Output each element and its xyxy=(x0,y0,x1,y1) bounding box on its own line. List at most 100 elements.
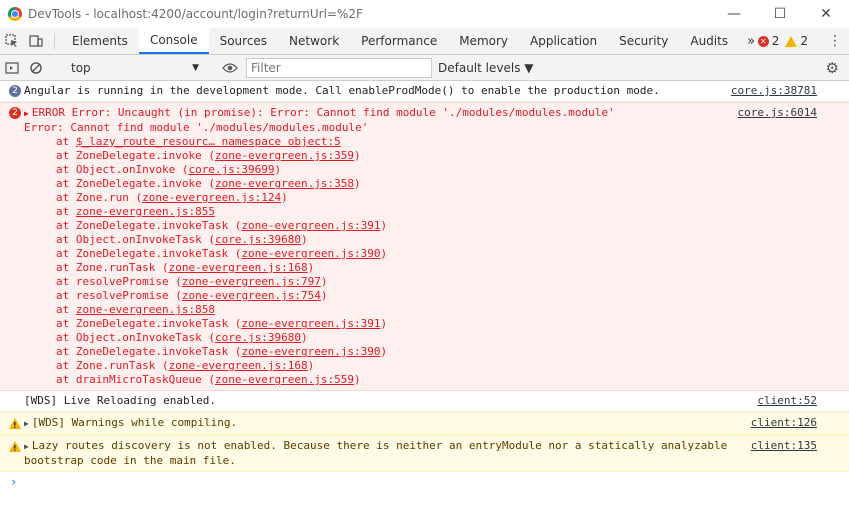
console-output[interactable]: 2 Angular is running in the development … xyxy=(0,81,849,513)
stack-trace: at $_lazy_route_resourc… namespace objec… xyxy=(24,135,849,387)
source-link[interactable]: client:126 xyxy=(751,416,817,430)
stack-frame-location[interactable]: core.js:39680 xyxy=(215,331,301,344)
filter-input[interactable] xyxy=(246,57,432,78)
stack-frame-function: at Object.onInvoke ( xyxy=(56,163,189,176)
devtools-tabbar: Elements Console Sources Network Perform… xyxy=(0,28,849,55)
expand-triangle-icon[interactable]: ▶ xyxy=(24,107,29,121)
minimize-button[interactable]: — xyxy=(711,0,757,28)
console-message-warning: ▶[WDS] Warnings while compiling. client:… xyxy=(0,412,849,435)
stack-frame-location[interactable]: zone-evergreen.js:855 xyxy=(76,205,215,218)
window-titlebar: DevTools - localhost:4200/account/login?… xyxy=(0,0,849,28)
stack-frame-function: at drainMicroTaskQueue ( xyxy=(56,373,215,386)
device-icon[interactable] xyxy=(24,28,48,54)
stack-frame-tail: ) xyxy=(320,275,328,288)
tab-audits[interactable]: Audits xyxy=(679,28,739,54)
stack-frame-tail: ) xyxy=(354,177,361,190)
expand-triangle-icon[interactable]: ▶ xyxy=(24,417,29,431)
tab-elements[interactable]: Elements xyxy=(61,28,139,54)
stack-frame: at Zone.run (zone-evergreen.js:124) xyxy=(24,191,849,205)
eye-icon[interactable] xyxy=(218,62,242,74)
console-message-info: 2 Angular is running in the development … xyxy=(0,81,849,102)
issue-counts[interactable]: ✕ 2 2 ⋮ xyxy=(757,28,849,54)
stack-frame: at ZoneDelegate.invoke (zone-evergreen.j… xyxy=(24,177,849,191)
stack-frame-function: at resolvePromise ( xyxy=(56,289,182,302)
source-link[interactable]: client:135 xyxy=(751,439,817,453)
stack-frame-function: at xyxy=(56,135,76,148)
stack-frame: at Zone.runTask (zone-evergreen.js:168) xyxy=(24,359,849,373)
stack-frame-tail: ) xyxy=(380,345,388,358)
warning-count: 2 xyxy=(800,34,808,48)
more-options-icon[interactable]: ⋮ xyxy=(821,33,849,49)
stack-frame-location[interactable]: zone-evergreen.js:559 xyxy=(215,373,354,386)
window-controls: — ☐ ✕ xyxy=(711,0,849,28)
stack-frame: at ZoneDelegate.invokeTask (zone-evergre… xyxy=(24,345,849,359)
expand-triangle-icon[interactable]: ▶ xyxy=(24,440,29,454)
stack-frame-function: at ZoneDelegate.invoke ( xyxy=(56,177,215,190)
stack-frame: at ZoneDelegate.invoke (zone-evergreen.j… xyxy=(24,149,849,163)
stack-frame: at Zone.runTask (zone-evergreen.js:168) xyxy=(24,261,849,275)
stack-frame: at drainMicroTaskQueue (zone-evergreen.j… xyxy=(24,373,849,387)
log-levels-dropdown[interactable]: Default levels ▼ xyxy=(438,61,534,75)
maximize-button[interactable]: ☐ xyxy=(757,0,803,28)
source-link[interactable]: core.js:6014 xyxy=(738,106,817,120)
stack-frame: at zone-evergreen.js:858 xyxy=(24,303,849,317)
error-header: ERROR Error: Uncaught (in promise): Erro… xyxy=(31,106,615,119)
stack-frame-location[interactable]: zone-evergreen.js:754 xyxy=(182,289,321,302)
window-title: DevTools - localhost:4200/account/login?… xyxy=(28,7,363,21)
warning-body: ▶ Lazy routes discovery is not enabled. B… xyxy=(24,439,849,468)
stack-frame-location[interactable]: core.js:39699 xyxy=(188,163,274,176)
chevron-down-icon: ▼ xyxy=(192,62,199,73)
context-selector[interactable]: top ▼ xyxy=(65,58,205,78)
stack-frame-tail: ) xyxy=(380,219,388,232)
context-value: top xyxy=(71,60,91,75)
stack-frame-tail: ) xyxy=(307,261,315,274)
tab-performance[interactable]: Performance xyxy=(350,28,448,54)
stack-frame-location[interactable]: $_lazy_route_resourc… namespace object:5 xyxy=(76,135,341,148)
stack-frame-function: at ZoneDelegate.invoke ( xyxy=(56,149,215,162)
tab-application[interactable]: Application xyxy=(519,28,608,54)
stack-frame-location[interactable]: zone-evergreen.js:390 xyxy=(241,247,380,260)
toolbar-divider xyxy=(54,33,55,49)
console-toolbar: top ▼ Default levels ▼ ⚙ xyxy=(0,55,849,81)
tab-network[interactable]: Network xyxy=(278,28,350,54)
stack-frame-tail: ) xyxy=(274,163,282,176)
stack-frame-location[interactable]: zone-evergreen.js:168 xyxy=(169,261,308,274)
stack-frame-tail: ) xyxy=(281,191,288,204)
clear-console-icon[interactable] xyxy=(24,61,48,75)
info-count-badge: 2 xyxy=(9,85,21,97)
stack-frame-location[interactable]: zone-evergreen.js:391 xyxy=(241,317,380,330)
message-text: Angular is running in the development mo… xyxy=(24,84,660,97)
stack-frame-function: at Object.onInvokeTask ( xyxy=(56,233,215,246)
close-button[interactable]: ✕ xyxy=(803,0,849,28)
stack-frame-location[interactable]: zone-evergreen.js:391 xyxy=(241,219,380,232)
stack-frame-function: at xyxy=(56,303,76,316)
sidebar-toggle-icon[interactable] xyxy=(0,61,24,75)
tab-memory[interactable]: Memory xyxy=(448,28,519,54)
warning-icon xyxy=(9,418,21,433)
stack-frame-tail: ) xyxy=(354,149,361,162)
stack-frame-location[interactable]: zone-evergreen.js:390 xyxy=(241,345,380,358)
console-prompt[interactable]: › xyxy=(0,472,849,489)
stack-frame-location[interactable]: zone-evergreen.js:168 xyxy=(169,359,308,372)
tab-security[interactable]: Security xyxy=(608,28,679,54)
stack-frame-location[interactable]: zone-evergreen.js:359 xyxy=(215,149,354,162)
stack-frame-location[interactable]: zone-evergreen.js:858 xyxy=(76,303,215,316)
stack-frame-location[interactable]: zone-evergreen.js:358 xyxy=(215,177,354,190)
inspect-icon[interactable] xyxy=(0,28,24,54)
stack-frame-location[interactable]: core.js:39680 xyxy=(215,233,301,246)
gear-icon[interactable]: ⚙ xyxy=(826,59,839,77)
console-message-error: 2 ▶ ERROR Error: Uncaught (in promise): E… xyxy=(0,102,849,391)
stack-frame-location[interactable]: zone-evergreen.js:124 xyxy=(142,191,281,204)
source-link[interactable]: client:52 xyxy=(757,394,817,408)
tab-sources[interactable]: Sources xyxy=(209,28,278,54)
tab-console[interactable]: Console xyxy=(138,28,209,54)
stack-frame-tail: ) xyxy=(380,317,388,330)
stack-frame: at Object.onInvoke (core.js:39699) xyxy=(24,163,849,177)
stack-frame-function: at Zone.run ( xyxy=(56,191,143,204)
stack-frame: at resolvePromise (zone-evergreen.js:797… xyxy=(24,275,849,289)
error-count: 2 xyxy=(771,34,780,48)
stack-frame-location[interactable]: zone-evergreen.js:797 xyxy=(182,275,321,288)
source-link[interactable]: core.js:38781 xyxy=(731,84,817,98)
stack-frame-tail: ) xyxy=(380,247,388,260)
stack-frame: at resolvePromise (zone-evergreen.js:754… xyxy=(24,289,849,303)
